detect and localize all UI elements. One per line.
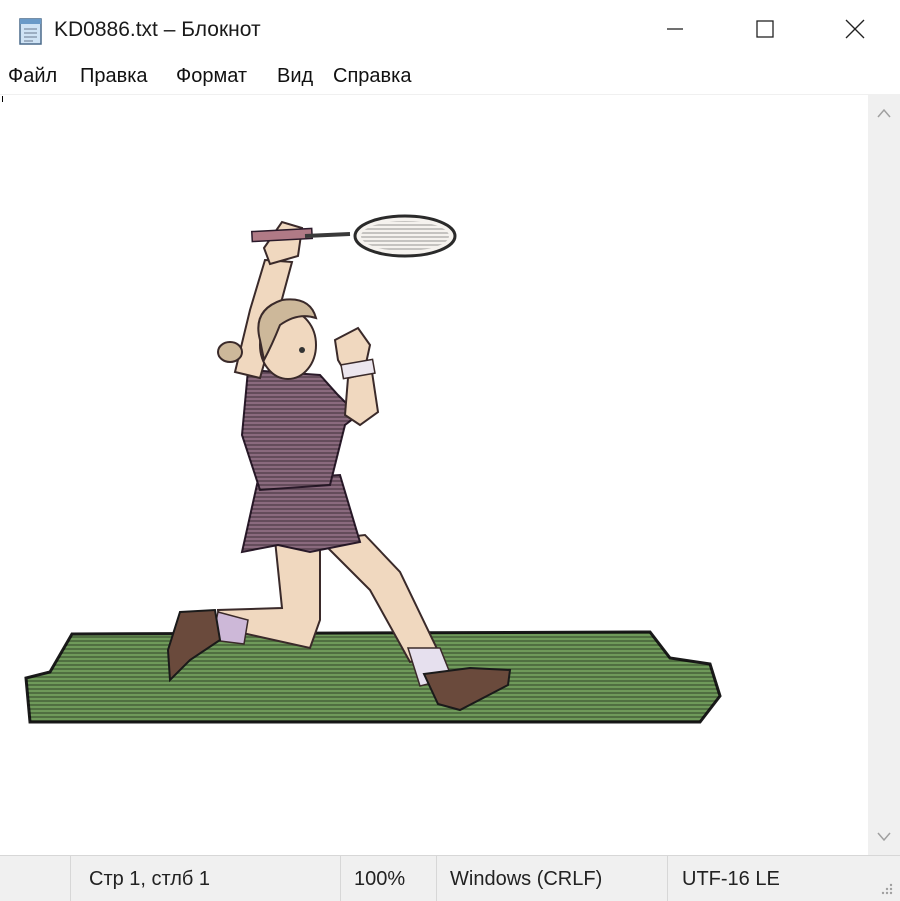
menu-view[interactable]: Вид	[277, 65, 313, 88]
minimize-icon	[665, 19, 685, 44]
close-button[interactable]	[810, 0, 900, 62]
tennis-player-illustration	[20, 200, 740, 730]
notepad-icon	[18, 16, 44, 46]
menu-format[interactable]: Формат	[176, 65, 247, 88]
status-zoom: 100%	[354, 868, 406, 890]
status-separator	[70, 856, 71, 901]
player-torso	[240, 368, 360, 492]
status-separator	[436, 856, 437, 901]
menu-edit[interactable]: Правка	[80, 65, 148, 88]
maximize-icon	[755, 19, 775, 44]
vertical-scrollbar[interactable]	[868, 94, 900, 855]
close-icon	[844, 18, 866, 45]
scroll-down-icon[interactable]	[876, 830, 892, 848]
window-title: KD0886.txt – Блокнот	[54, 18, 261, 41]
status-separator	[340, 856, 341, 901]
scroll-up-icon[interactable]	[876, 106, 892, 124]
status-cursor-position: Стр 1, стлб 1	[89, 868, 211, 890]
status-encoding: UTF-16 LE	[682, 868, 780, 890]
menu-file[interactable]: Файл	[8, 65, 57, 88]
text-caret	[2, 96, 3, 102]
resize-grip-icon[interactable]	[880, 882, 894, 901]
status-separator	[667, 856, 668, 901]
menu-help[interactable]: Справка	[333, 65, 411, 88]
player-head	[217, 298, 318, 380]
status-bar: Стр 1, стлб 1 100% Windows (CRLF) UTF-16…	[0, 855, 900, 901]
minimize-button[interactable]	[630, 0, 720, 62]
grass-patch	[24, 630, 722, 724]
title-bar[interactable]: KD0886.txt – Блокнот	[0, 0, 900, 62]
menu-bar: Файл Правка Формат Вид Справка	[0, 62, 900, 94]
maximize-button[interactable]	[720, 0, 810, 62]
status-line-endings: Windows (CRLF)	[450, 868, 603, 890]
